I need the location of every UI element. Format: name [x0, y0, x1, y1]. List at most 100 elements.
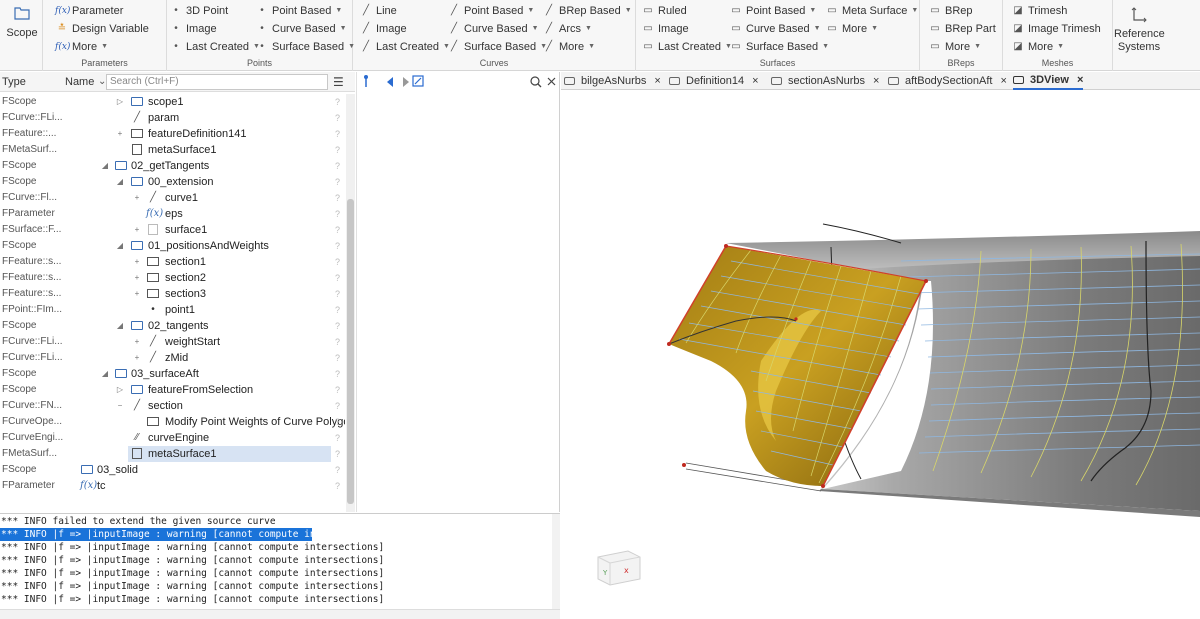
filter-settings-icon[interactable]: ☰: [333, 75, 344, 89]
tree-row[interactable]: FMetaSurf... metaSurface1 ?: [0, 142, 345, 158]
help-icon[interactable]: ?: [335, 446, 340, 462]
image-trimesh-button[interactable]: ◪ Image Trimesh: [1011, 21, 1100, 37]
expand-plus-icon[interactable]: +: [115, 126, 125, 142]
curve-last-created-button[interactable]: ╱ Last Created ▼: [359, 39, 450, 55]
trimesh-button[interactable]: ◪ Trimesh: [1011, 3, 1067, 19]
reference-systems-button[interactable]: Reference Systems: [1114, 6, 1165, 54]
sync-icon[interactable]: [412, 75, 424, 87]
tree-row[interactable]: FScope ◢ 01_positionsAndWeights ?: [0, 238, 345, 254]
tree-row[interactable]: FScope ◢ 03_surfaceAft ?: [0, 366, 345, 382]
help-icon[interactable]: ?: [335, 94, 340, 110]
tree-row[interactable]: FCurve::Fl... + ╱ curve1 ?: [0, 190, 345, 206]
collapse-arrow-icon[interactable]: ◢: [115, 318, 125, 334]
collapse-minus-icon[interactable]: −: [115, 398, 125, 414]
help-icon[interactable]: ?: [335, 350, 340, 366]
tree-row[interactable]: FFeature::... + featureDefinition141 ?: [0, 126, 345, 142]
close-icon[interactable]: ×: [1077, 71, 1083, 89]
tree-row[interactable]: FScope ◢ 00_extension ?: [0, 174, 345, 190]
help-icon[interactable]: ?: [335, 382, 340, 398]
tree-row[interactable]: FSurface::F... + surface1 ?: [0, 222, 345, 238]
line-button[interactable]: ╱ Line: [359, 3, 397, 19]
view-cube[interactable]: Y x: [597, 550, 641, 586]
close-icon[interactable]: ×: [1000, 72, 1006, 90]
ruled-button[interactable]: ▭ Ruled: [641, 3, 686, 19]
point-image-button[interactable]: • Image: [169, 21, 216, 37]
help-icon[interactable]: ?: [335, 414, 340, 430]
help-icon[interactable]: ?: [335, 174, 340, 190]
pin-icon[interactable]: [364, 75, 368, 87]
parameters-more-button[interactable]: f(x) More ▼: [55, 39, 108, 55]
help-icon[interactable]: ?: [335, 478, 340, 494]
tree-row[interactable]: FPoint::FIm... • point1 ?: [0, 302, 345, 318]
close-icon[interactable]: ×: [873, 72, 879, 90]
tab-definition14[interactable]: Definition14 ×: [669, 72, 759, 90]
surface-surface-based-button[interactable]: ▭ Surface Based ▼: [729, 39, 829, 55]
tree-row[interactable]: FFeature::s... + section2 ?: [0, 270, 345, 286]
help-icon[interactable]: ?: [335, 110, 340, 126]
type-column-header[interactable]: Type: [2, 76, 26, 88]
forward-arrow-icon[interactable]: [403, 77, 409, 87]
scope-button[interactable]: Scope: [4, 6, 40, 39]
tree-row[interactable]: FCurve::FLi... + ╱ weightStart ?: [0, 334, 345, 350]
breps-more-button[interactable]: ▭ More ▼: [928, 39, 981, 55]
expand-arrow-icon[interactable]: ▷: [115, 94, 125, 110]
tab-sectionasnurbs[interactable]: sectionAsNurbs ×: [771, 72, 879, 90]
3d-viewport[interactable]: Y x: [561, 91, 1200, 618]
close-icon[interactable]: [547, 77, 556, 86]
parameter-button[interactable]: f(x) Parameter: [55, 3, 123, 19]
expand-plus-icon[interactable]: +: [132, 190, 142, 206]
tree-row[interactable]: FScope ◢ 02_tangents ?: [0, 318, 345, 334]
expand-arrow-icon[interactable]: ▷: [115, 382, 125, 398]
curve-surface-based-button[interactable]: ╱ Surface Based ▼: [447, 39, 547, 55]
help-icon[interactable]: ?: [335, 254, 340, 270]
tree-row[interactable]: FScope ▷ featureFromSelection ?: [0, 382, 345, 398]
surface-image-button[interactable]: ▭ Image: [641, 21, 688, 37]
back-arrow-icon[interactable]: [387, 77, 393, 87]
help-icon[interactable]: ?: [335, 366, 340, 382]
tree-row[interactable]: FCurve::FN... − ╱ section ?: [0, 398, 345, 414]
collapse-arrow-icon[interactable]: ◢: [100, 366, 110, 382]
log-line-selected[interactable]: *** INFO |f => |inputImage : warning [ca…: [0, 528, 384, 541]
curve-curve-based-button[interactable]: ╱ Curve Based ▼: [447, 21, 539, 37]
tree-row[interactable]: FScope ◢ 02_getTangents ?: [0, 158, 345, 174]
curve-image-button[interactable]: ╱ Image: [359, 21, 407, 37]
point-based-button[interactable]: • Point Based ▼: [255, 3, 342, 19]
design-variable-button[interactable]: ≛ Design Variable: [55, 21, 149, 37]
help-icon[interactable]: ?: [335, 206, 340, 222]
help-icon[interactable]: ?: [335, 286, 340, 302]
tree-row[interactable]: FFeature::s... + section3 ?: [0, 286, 345, 302]
arcs-button[interactable]: ╱ Arcs ▼: [542, 21, 592, 37]
expand-plus-icon[interactable]: +: [132, 334, 142, 350]
surfaces-more-button[interactable]: ▭ More ▼: [825, 21, 878, 37]
tree-row[interactable]: FCurve::FLi... + ╱ zMid ?: [0, 350, 345, 366]
help-icon[interactable]: ?: [335, 222, 340, 238]
help-icon[interactable]: ?: [335, 126, 340, 142]
name-column-header[interactable]: Name: [65, 76, 94, 88]
expand-plus-icon[interactable]: +: [132, 254, 142, 270]
tree-scrollbar[interactable]: [346, 94, 355, 512]
help-icon[interactable]: ?: [335, 318, 340, 334]
meshes-more-button[interactable]: ◪ More ▼: [1011, 39, 1064, 55]
tab-aftbodysectionaft[interactable]: aftBodySectionAft ×: [888, 72, 1007, 90]
collapse-arrow-icon[interactable]: ◢: [115, 174, 125, 190]
collapse-arrow-icon[interactable]: ◢: [115, 238, 125, 254]
point-last-created-button[interactable]: • Last Created ▼: [169, 39, 260, 55]
close-icon[interactable]: ×: [752, 72, 758, 90]
tree-row[interactable]: FFeature::s... + section1 ?: [0, 254, 345, 270]
tab-3dview[interactable]: 3DView ×: [1013, 71, 1084, 90]
help-icon[interactable]: ?: [335, 158, 340, 174]
help-icon[interactable]: ?: [335, 462, 340, 478]
brep-button[interactable]: ▭ BRep: [928, 3, 972, 19]
curve-point-based-button[interactable]: ╱ Point Based ▼: [447, 3, 534, 19]
tree-row[interactable]: FCurveOpe... Modify Point Weights of Cur…: [0, 414, 345, 430]
curves-more-button[interactable]: ╱ More ▼: [542, 39, 595, 55]
log-scrollbar[interactable]: [552, 514, 560, 609]
expand-plus-icon[interactable]: +: [132, 222, 142, 238]
expand-plus-icon[interactable]: +: [132, 350, 142, 366]
tree-row[interactable]: FScope 03_solid ?: [0, 462, 345, 478]
tree-search-input[interactable]: Search (Ctrl+F): [106, 74, 328, 90]
meta-surface-button[interactable]: ▭ Meta Surface ▼: [825, 3, 918, 19]
collapse-arrow-icon[interactable]: ◢: [100, 158, 110, 174]
help-icon[interactable]: ?: [335, 398, 340, 414]
close-icon[interactable]: ×: [654, 72, 660, 90]
